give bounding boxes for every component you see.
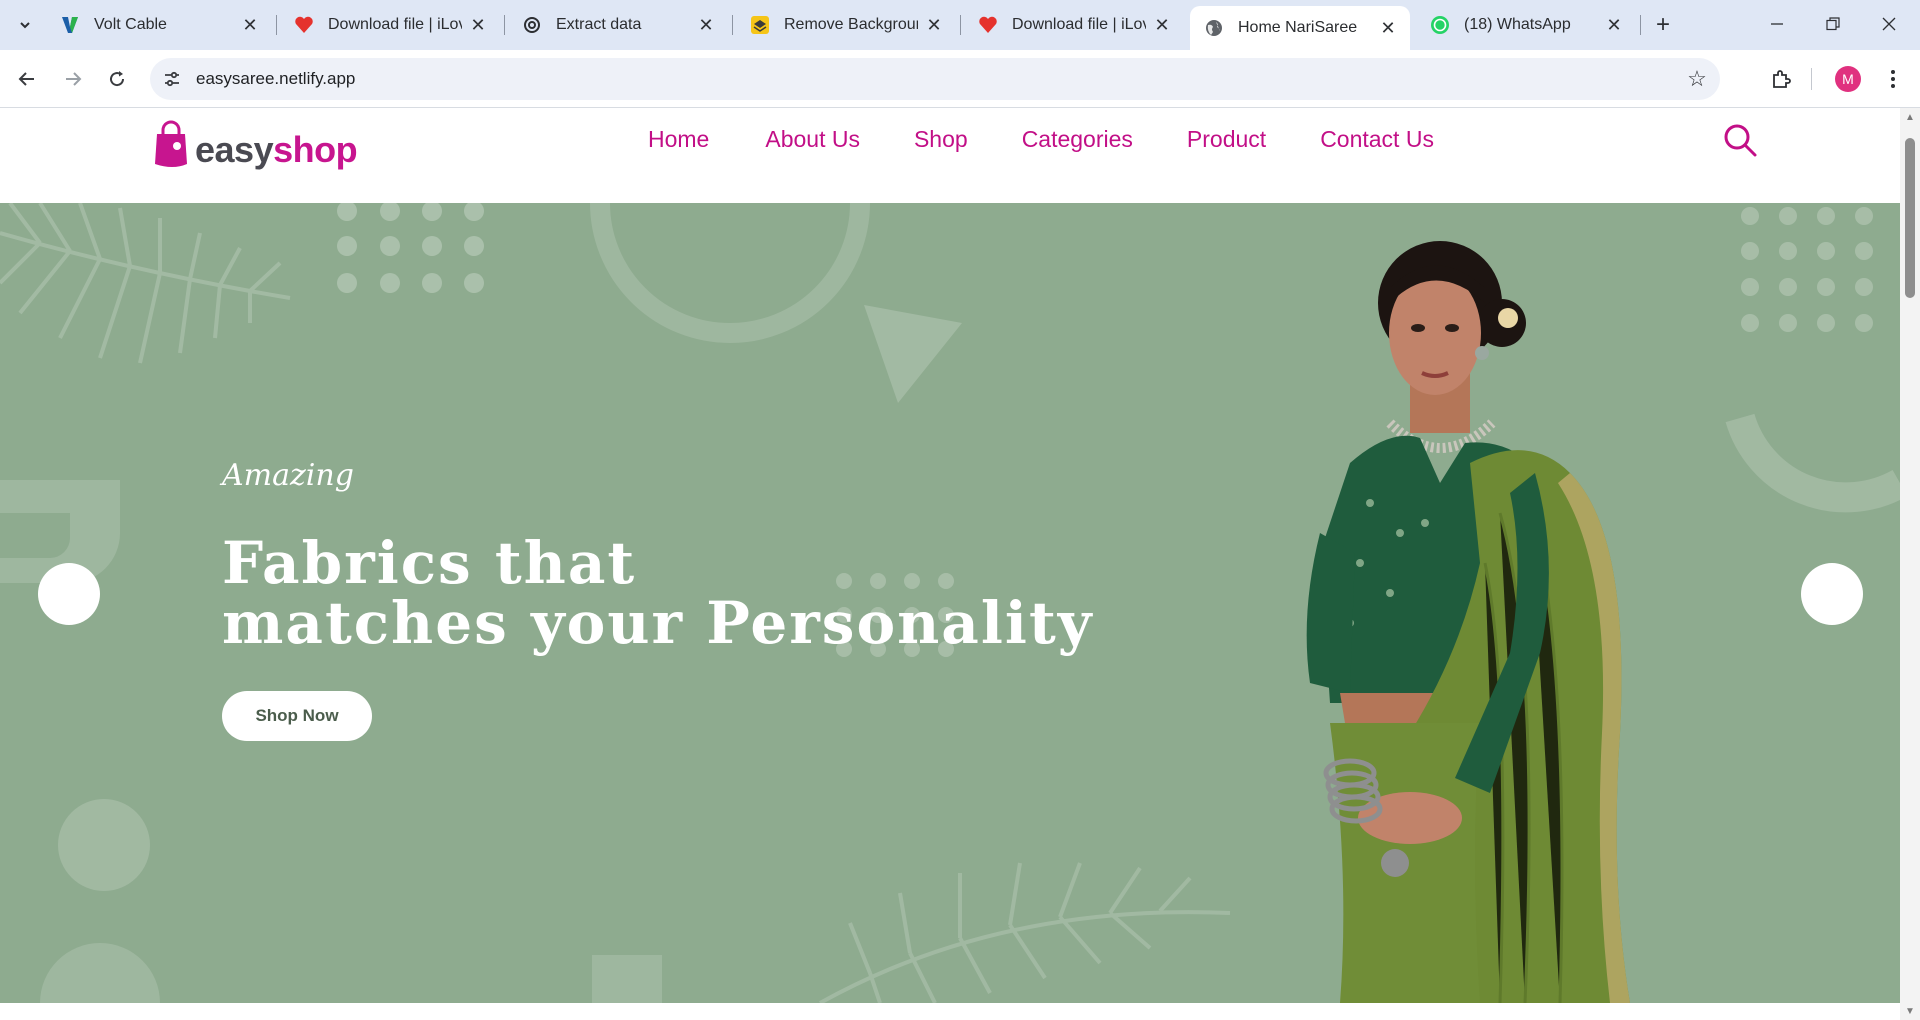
tab-separator — [276, 15, 277, 35]
close-tab-icon[interactable]: ✕ — [468, 15, 488, 35]
page-scrollbar[interactable]: ▲ ▼ — [1900, 108, 1920, 1020]
search-icon[interactable] — [1722, 122, 1758, 158]
tab-title: Remove Background — [784, 16, 918, 33]
tab-title: Download file | iLove — [1012, 16, 1146, 33]
tab-separator — [1640, 15, 1641, 35]
close-tab-icon[interactable]: ✕ — [1604, 15, 1624, 35]
shop-now-button[interactable]: Shop Now — [222, 691, 372, 741]
browser-tab[interactable]: Download file | iLove ✕ — [964, 6, 1184, 44]
page-below-hero — [0, 1003, 1900, 1020]
close-tab-icon[interactable]: ✕ — [1152, 15, 1172, 35]
carousel-next-button[interactable] — [1801, 563, 1863, 625]
profile-avatar[interactable]: M — [1835, 66, 1861, 92]
scroll-up-arrow-icon[interactable]: ▲ — [1904, 112, 1916, 124]
hero-eyebrow: Amazing — [222, 458, 354, 493]
openai-icon — [522, 15, 542, 35]
tab-title: Extract data — [556, 16, 642, 33]
back-arrow-icon[interactable] — [8, 60, 46, 98]
scroll-down-arrow-icon[interactable]: ▼ — [1904, 1006, 1916, 1018]
tab-separator — [504, 15, 505, 35]
bookmark-star-icon[interactable]: ☆ — [1684, 66, 1710, 92]
hero-title: Fabrics that matches your Personality — [222, 533, 1093, 653]
tab-title: Download file | iLove — [328, 16, 462, 33]
page-viewport: easy shop Home About Us Shop Categories … — [0, 108, 1900, 1020]
nav-link-product[interactable]: Product — [1187, 126, 1266, 153]
browser-toolbar: easysaree.netlify.app ☆ — [0, 50, 1920, 108]
nav-link-categories[interactable]: Categories — [1022, 126, 1133, 153]
hero-title-line-2: matches your Personality — [222, 589, 1094, 657]
logo-text-easy: easy — [195, 129, 274, 170]
new-tab-plus-icon[interactable]: + — [1648, 11, 1678, 39]
browser-tab[interactable]: Extract data ✕ — [508, 6, 728, 44]
logo-text-shop: shop — [273, 129, 358, 170]
main-navigation: Home About Us Shop Categories Product Co… — [648, 126, 1434, 153]
minimize-icon[interactable] — [1754, 6, 1800, 42]
tab-title: (18) WhatsApp — [1464, 16, 1571, 33]
browser-tab-strip: Volt Cable ✕ Download file | iLove ✕ Ext… — [0, 0, 1920, 50]
tab-title: Home NariSaree — [1238, 19, 1358, 36]
close-tab-icon[interactable]: ✕ — [1378, 18, 1398, 38]
whatsapp-icon — [1430, 15, 1450, 35]
remove-bg-icon — [750, 15, 770, 35]
nav-link-about-us[interactable]: About Us — [765, 126, 860, 153]
tab-search-button[interactable] — [8, 9, 42, 41]
site-info-tune-icon[interactable] — [160, 67, 184, 91]
browser-tab[interactable]: Remove Background ✕ — [736, 6, 956, 44]
hero-title-line-1: Fabrics that — [222, 529, 637, 597]
scrollbar-thumb[interactable] — [1905, 138, 1915, 298]
nav-link-home[interactable]: Home — [648, 126, 709, 153]
volt-v-icon — [60, 15, 80, 35]
tab-title: Volt Cable — [94, 16, 167, 33]
extensions-puzzle-icon[interactable] — [1762, 60, 1800, 98]
browser-tab[interactable]: Download file | iLove ✕ — [280, 6, 500, 44]
globe-icon — [1204, 18, 1224, 38]
browser-tab[interactable]: Volt Cable ✕ — [46, 6, 272, 44]
site-header: easy shop Home About Us Shop Categories … — [0, 108, 1900, 203]
browser-tab[interactable]: (18) WhatsApp ✕ — [1416, 6, 1636, 44]
tab-separator — [960, 15, 961, 35]
toolbar-divider — [1811, 68, 1812, 90]
browser-tab-active[interactable]: Home NariSaree ✕ — [1190, 6, 1410, 50]
ilove-heart-icon — [294, 15, 314, 35]
url-text: easysaree.netlify.app — [196, 69, 356, 88]
nav-link-shop[interactable]: Shop — [914, 126, 968, 153]
ilove-heart-icon — [978, 15, 998, 35]
forward-arrow-icon[interactable] — [54, 60, 92, 98]
chevron-down-icon — [20, 22, 30, 29]
tab-separator — [732, 15, 733, 35]
close-window-icon[interactable] — [1866, 6, 1912, 42]
reload-icon[interactable] — [98, 60, 136, 98]
close-tab-icon[interactable]: ✕ — [696, 15, 716, 35]
site-logo[interactable]: easy shop — [153, 114, 358, 170]
shopping-bag-logo-icon — [155, 120, 187, 167]
carousel-prev-button[interactable] — [38, 563, 100, 625]
more-menu-icon[interactable] — [1874, 60, 1912, 98]
hero-banner: Amazing Fabrics that matches your Person… — [0, 203, 1900, 1003]
close-tab-icon[interactable]: ✕ — [240, 15, 260, 35]
restore-icon[interactable] — [1810, 6, 1856, 42]
nav-link-contact-us[interactable]: Contact Us — [1320, 126, 1434, 153]
close-tab-icon[interactable]: ✕ — [924, 15, 944, 35]
address-bar[interactable]: easysaree.netlify.app ☆ — [150, 58, 1720, 100]
saree-model-image — [1306, 241, 1630, 1003]
